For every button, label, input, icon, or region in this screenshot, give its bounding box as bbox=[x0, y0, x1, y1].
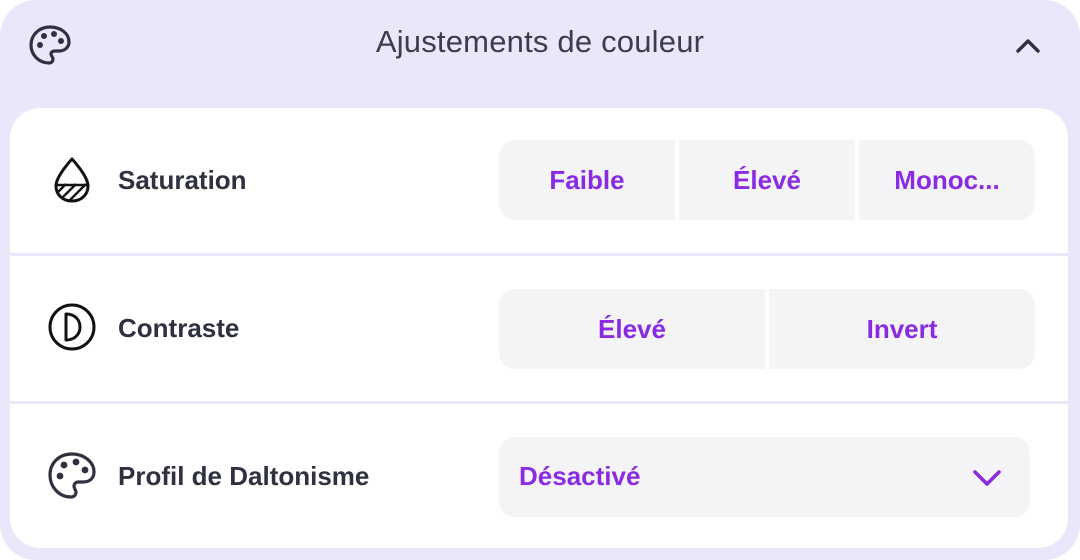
contrast-row: Contraste Élevé Invert bbox=[10, 256, 1068, 402]
saturation-segmented-control: Faible Élevé Monoc... bbox=[499, 140, 1035, 220]
contrast-label: Contraste bbox=[118, 313, 240, 343]
settings-card: Saturation Faible Élevé Monoc... Contras… bbox=[10, 108, 1068, 548]
colorblind-profile-row: Profil de Daltonisme Désactivé bbox=[10, 404, 1068, 548]
chevron-up-icon[interactable] bbox=[1008, 28, 1048, 62]
contrast-option-high[interactable]: Élevé bbox=[499, 289, 765, 369]
saturation-option-low[interactable]: Faible bbox=[499, 140, 675, 220]
saturation-option-monochrome[interactable]: Monoc... bbox=[859, 140, 1035, 220]
saturation-row: Saturation Faible Élevé Monoc... bbox=[10, 108, 1068, 254]
contrast-circle-icon bbox=[46, 301, 98, 353]
color-adjustments-panel: Ajustements de couleur Saturation Faible… bbox=[0, 0, 1080, 560]
palette-icon bbox=[46, 450, 98, 502]
dropdown-selected-value: Désactivé bbox=[519, 461, 641, 491]
droplet-half-icon bbox=[46, 154, 98, 206]
panel-header[interactable]: Ajustements de couleur bbox=[0, 0, 1080, 92]
chevron-down-icon bbox=[970, 463, 1004, 491]
saturation-option-high[interactable]: Élevé bbox=[679, 140, 855, 220]
contrast-option-invert[interactable]: Invert bbox=[769, 289, 1035, 369]
colorblind-profile-label: Profil de Daltonisme bbox=[118, 461, 370, 491]
contrast-segmented-control: Élevé Invert bbox=[499, 289, 1035, 369]
saturation-label: Saturation bbox=[118, 165, 247, 195]
panel-title: Ajustements de couleur bbox=[375, 24, 705, 59]
colorblind-profile-dropdown[interactable]: Désactivé bbox=[499, 437, 1030, 517]
